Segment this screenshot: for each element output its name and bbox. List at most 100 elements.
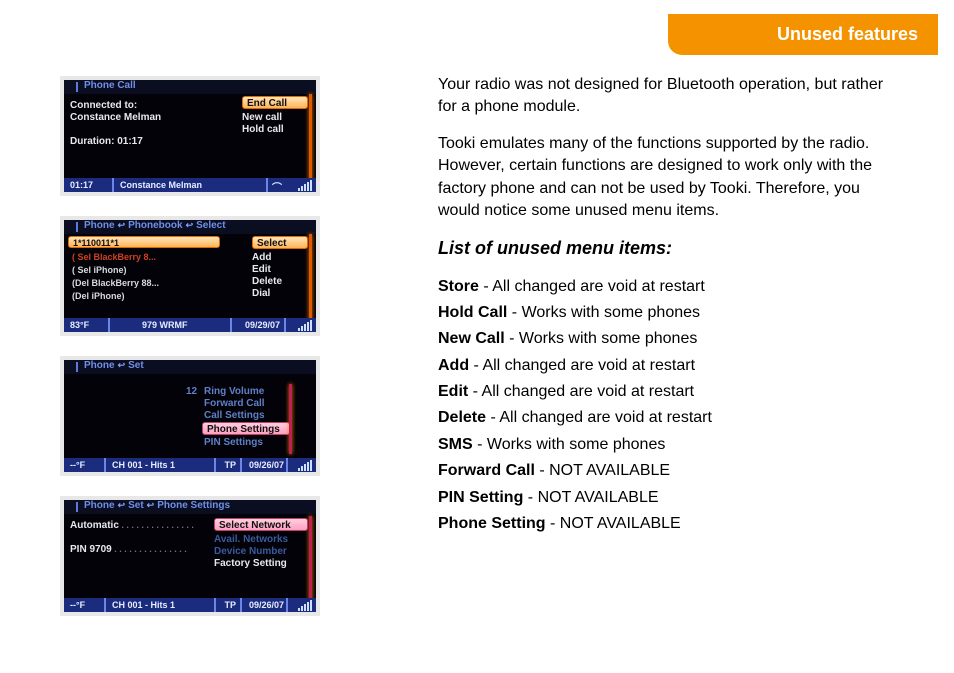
left-automatic: Automatic . . . . . . . . . . . . . . . <box>70 520 194 531</box>
screenshot-phonebook: Phone↩Phonebook↩Select 1*110011*1 ( Sel … <box>60 216 320 336</box>
menu-end-call: End Call <box>242 96 308 109</box>
unused-item-desc: - All changed are void at restart <box>468 383 694 400</box>
title-text: Phone↩Set↩Phone Settings <box>84 500 230 511</box>
screenshot-column: Phone Call Connected to: Constance Melma… <box>60 76 332 636</box>
screen-body: 12 Ring Volume Forward Call Call Setting… <box>64 374 316 458</box>
duration-label: Duration: 01:17 <box>70 136 143 147</box>
unused-item: PIN Setting - NOT AVAILABLE <box>438 487 898 509</box>
unused-item-name: Delete <box>438 409 486 426</box>
status-temp: --°F <box>70 599 85 611</box>
unused-item-desc: - All changed are void at restart <box>479 278 705 295</box>
pb-row-selected: 1*110011*1 <box>68 236 220 248</box>
unused-item-desc: - NOT AVAILABLE <box>546 515 681 532</box>
accent-line <box>309 516 312 602</box>
item-forward-call: Forward Call <box>204 398 265 409</box>
accent-line <box>309 234 312 326</box>
item-device-number: Device Number <box>214 546 306 557</box>
status-temp: --°F <box>70 459 85 471</box>
num-indicator: 12 <box>186 386 197 397</box>
statusbar: --°F CH 001 - Hits 1 TP 09/26/07 <box>64 598 316 612</box>
status-time: 01:17 <box>70 179 93 191</box>
unused-item-name: Edit <box>438 383 468 400</box>
status-date: 09/26/07 <box>249 599 284 611</box>
unused-item-desc: - Works with some phones <box>507 304 700 321</box>
pb-row: (Del iPhone) <box>68 290 220 302</box>
statusbar: 01:17 Constance Melman ⌒ <box>64 178 316 192</box>
unused-item: Edit - All changed are void at restart <box>438 381 898 403</box>
pb-row: ( Sel iPhone) <box>68 264 220 276</box>
signal-icon <box>298 460 312 471</box>
item-factory-setting: Factory Setting <box>214 558 306 569</box>
unused-item: Hold Call - Works with some phones <box>438 302 898 324</box>
unused-item-name: Phone Setting <box>438 515 546 532</box>
menu-add: Add <box>252 252 306 263</box>
unused-item-name: SMS <box>438 436 473 453</box>
menu-dial: Dial <box>252 288 306 299</box>
screen-body: Connected to: Constance Melman Duration:… <box>64 94 316 178</box>
unused-item-desc: - NOT AVAILABLE <box>535 462 670 479</box>
pb-row: (Del BlackBerry 88... <box>68 277 220 289</box>
titlebar: Phone↩Set↩Phone Settings <box>64 500 316 514</box>
signal-icon <box>298 320 312 331</box>
menu-select: Select <box>252 236 308 249</box>
unused-item: SMS - Works with some phones <box>438 434 898 456</box>
status-name: Constance Melman <box>120 179 202 191</box>
screenshot-phone-call: Phone Call Connected to: Constance Melma… <box>60 76 320 196</box>
signal-icon <box>298 180 312 191</box>
pb-row: ( Sel BlackBerry 8... <box>68 251 220 263</box>
unused-item-name: Hold Call <box>438 304 507 321</box>
status-date: 09/29/07 <box>245 319 280 331</box>
menu-hold-call: Hold call <box>242 124 304 135</box>
menu-edit: Edit <box>252 264 306 275</box>
accent-line <box>309 94 312 186</box>
left-pin: PIN 9709 . . . . . . . . . . . . . . . <box>70 544 187 555</box>
status-tp: TP <box>224 459 236 471</box>
titlebar: Phone Call <box>64 80 316 94</box>
screen-body: Automatic . . . . . . . . . . . . . . . … <box>64 514 316 598</box>
screen-body: 1*110011*1 ( Sel BlackBerry 8... ( Sel i… <box>64 234 316 318</box>
unused-item-name: New Call <box>438 330 505 347</box>
unused-item-desc: - All changed are void at restart <box>469 357 695 374</box>
unused-item: New Call - Works with some phones <box>438 328 898 350</box>
status-temp: 83°F <box>70 319 89 331</box>
unused-item-desc: - Works with some phones <box>473 436 666 453</box>
unused-item-desc: - All changed are void at restart <box>486 409 712 426</box>
menu-delete: Delete <box>252 276 306 287</box>
status-tp: TP <box>224 599 236 611</box>
unused-item: Add - All changed are void at restart <box>438 355 898 377</box>
screenshot-phone-settings: Phone↩Set↩Phone Settings Automatic . . .… <box>60 496 320 616</box>
intro-para-1: Your radio was not designed for Bluetoot… <box>438 74 898 119</box>
header-tab: Unused features <box>668 14 938 55</box>
item-avail-networks: Avail. Networks <box>214 534 306 545</box>
content-column: Your radio was not designed for Bluetoot… <box>438 74 898 539</box>
status-date: 09/26/07 <box>249 459 284 471</box>
unused-item-name: Store <box>438 278 479 295</box>
item-call-settings: Call Settings <box>204 410 265 421</box>
unused-item-desc: - Works with some phones <box>505 330 698 347</box>
titlebar: Phone↩Phonebook↩Select <box>64 220 316 234</box>
unused-item: Forward Call - NOT AVAILABLE <box>438 460 898 482</box>
item-select-network: Select Network <box>214 518 308 531</box>
intro-para-2: Tooki emulates many of the functions sup… <box>438 133 898 223</box>
unused-item: Store - All changed are void at restart <box>438 276 898 298</box>
statusbar: --°F CH 001 - Hits 1 TP 09/26/07 <box>64 458 316 472</box>
title-text: Phone Call <box>84 80 136 91</box>
connected-label: Connected to: <box>70 100 137 111</box>
connected-name: Constance Melman <box>70 112 161 123</box>
unused-list: Store - All changed are void at restart H… <box>438 276 898 536</box>
header-title: Unused features <box>777 24 918 44</box>
title-text: Phone↩Phonebook↩Select <box>84 220 226 231</box>
accent-line <box>289 384 292 454</box>
unused-item-name: Add <box>438 357 469 374</box>
screenshot-set: Phone↩Set 12 Ring Volume Forward Call Ca… <box>60 356 320 476</box>
item-pin-settings: PIN Settings <box>204 437 263 448</box>
title-text: Phone↩Set <box>84 360 144 371</box>
unused-item: Delete - All changed are void at restart <box>438 407 898 429</box>
status-channel: CH 001 - Hits 1 <box>112 599 175 611</box>
unused-item-desc: - NOT AVAILABLE <box>523 489 658 506</box>
item-ring-volume: Ring Volume <box>204 386 264 397</box>
item-phone-settings: Phone Settings <box>202 422 290 435</box>
menu-new-call: New call <box>242 112 304 123</box>
antenna-icon: ⌒ <box>272 179 282 194</box>
signal-icon <box>298 600 312 611</box>
